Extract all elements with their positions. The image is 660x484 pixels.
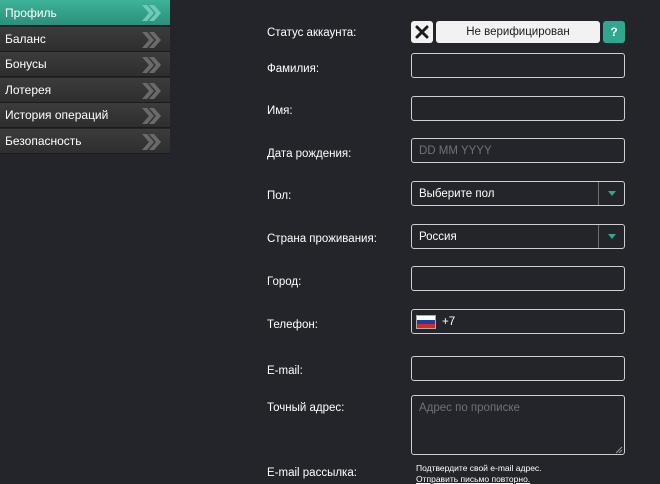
lastname-label: Фамилия: xyxy=(267,63,320,75)
russia-flag-icon[interactable] xyxy=(416,314,436,329)
birthdate-input[interactable] xyxy=(411,138,625,163)
lastname-input[interactable] xyxy=(411,53,625,78)
close-icon xyxy=(415,25,429,39)
confirm-email-note: Подтвердите свой e-mail адрес. xyxy=(416,463,542,473)
phone-input[interactable]: +7 xyxy=(411,309,625,334)
country-label: Страна проживания: xyxy=(267,233,377,245)
email-label: E-mail: xyxy=(267,365,303,377)
city-label: Город: xyxy=(267,276,302,288)
dropdown-toggle[interactable] xyxy=(598,182,624,205)
dropdown-toggle[interactable] xyxy=(598,225,624,248)
address-label: Точный адрес: xyxy=(267,402,345,414)
newsletter-label: E-mail рассылка: xyxy=(267,467,357,479)
firstname-label: Имя: xyxy=(267,105,293,117)
profile-form: Статус аккаунта: Не верифицирован ? Фами… xyxy=(0,0,660,484)
help-button[interactable]: ? xyxy=(603,21,625,43)
resize-grip-icon[interactable] xyxy=(615,446,623,454)
phone-value: +7 xyxy=(442,315,456,328)
status-label: Статус аккаунта: xyxy=(267,27,357,39)
phone-label: Телефон: xyxy=(267,319,318,331)
status-badge: Не верифицирован xyxy=(436,21,600,43)
birthdate-label: Дата рождения: xyxy=(267,148,352,160)
gender-select[interactable]: Выберите пол xyxy=(411,181,625,206)
resend-email-link[interactable]: Отправить письмо повторно. xyxy=(416,474,530,484)
email-input[interactable] xyxy=(411,356,625,381)
gender-label: Пол: xyxy=(267,190,292,202)
unverified-status-icon xyxy=(411,21,433,43)
country-selected-value: Россия xyxy=(419,230,457,243)
country-select[interactable]: Россия xyxy=(411,224,625,249)
address-textarea[interactable] xyxy=(411,395,625,455)
chevron-down-icon xyxy=(607,234,616,239)
gender-selected-value: Выберите пол xyxy=(419,187,495,200)
city-input[interactable] xyxy=(411,266,625,291)
chevron-down-icon xyxy=(607,191,616,196)
firstname-input[interactable] xyxy=(411,96,625,121)
